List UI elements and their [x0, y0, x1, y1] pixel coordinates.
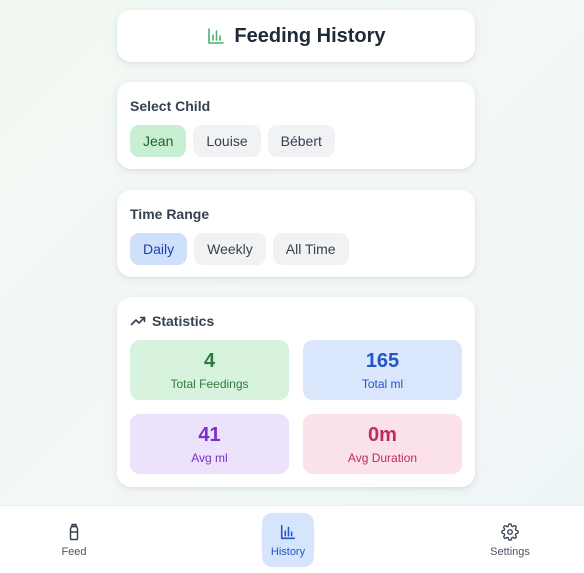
time-range-section: Time Range Daily Weekly All Time: [117, 190, 475, 277]
page-header: Feeding History: [117, 10, 475, 62]
stat-label: Total ml: [361, 376, 404, 391]
child-chip-bebert[interactable]: Bébert: [267, 125, 335, 157]
stat-total-feedings: 4 Total Feedings: [130, 340, 289, 400]
select-child-label: Select Child: [130, 98, 211, 114]
stat-label: Avg ml: [191, 450, 228, 465]
time-range-chip-group: Daily Weekly All Time: [130, 233, 349, 265]
nav-item-settings[interactable]: Settings: [480, 513, 540, 567]
bar-chart-icon: [279, 523, 297, 541]
statistics-label: Statistics: [152, 313, 215, 329]
stat-avg-ml: 41 Avg ml: [130, 414, 289, 474]
bar-chart-icon: [206, 26, 226, 46]
bottle-icon: [65, 523, 83, 541]
page-title: Feeding History: [234, 24, 386, 47]
stat-label: Avg Duration: [347, 450, 418, 465]
stat-label: Total Feedings: [170, 376, 249, 391]
range-chip-daily[interactable]: Daily: [130, 233, 188, 265]
trending-up-icon: [130, 313, 146, 329]
statistics-header: Statistics: [130, 313, 214, 329]
stat-value: 4: [203, 349, 216, 372]
stat-value: 0m: [368, 423, 397, 446]
nav-item-feed[interactable]: Feed: [46, 513, 102, 567]
nav-item-history[interactable]: History: [262, 513, 314, 567]
child-chip-louise[interactable]: Louise: [193, 125, 261, 157]
stat-avg-duration: 0m Avg Duration: [303, 414, 462, 474]
child-chip-group: Jean Louise Bébert: [130, 125, 335, 157]
nav-item-label: Settings: [490, 545, 530, 558]
nav-item-label: Feed: [61, 545, 87, 558]
nav-item-label: History: [270, 545, 306, 558]
stat-total-ml: 165 Total ml: [303, 340, 462, 400]
bottom-nav: Feed History Settings: [0, 505, 584, 573]
statistics-section: Statistics 4 Total Feedings 165 Total ml…: [117, 297, 475, 487]
stat-value: 165: [365, 349, 400, 372]
range-chip-all-time[interactable]: All Time: [272, 233, 349, 265]
gear-icon: [501, 522, 519, 541]
range-chip-weekly[interactable]: Weekly: [194, 233, 266, 265]
child-chip-jean[interactable]: Jean: [130, 125, 187, 157]
stat-value: 41: [198, 423, 221, 446]
time-range-label: Time Range: [130, 206, 210, 222]
select-child-section: Select Child Jean Louise Bébert: [117, 82, 475, 169]
